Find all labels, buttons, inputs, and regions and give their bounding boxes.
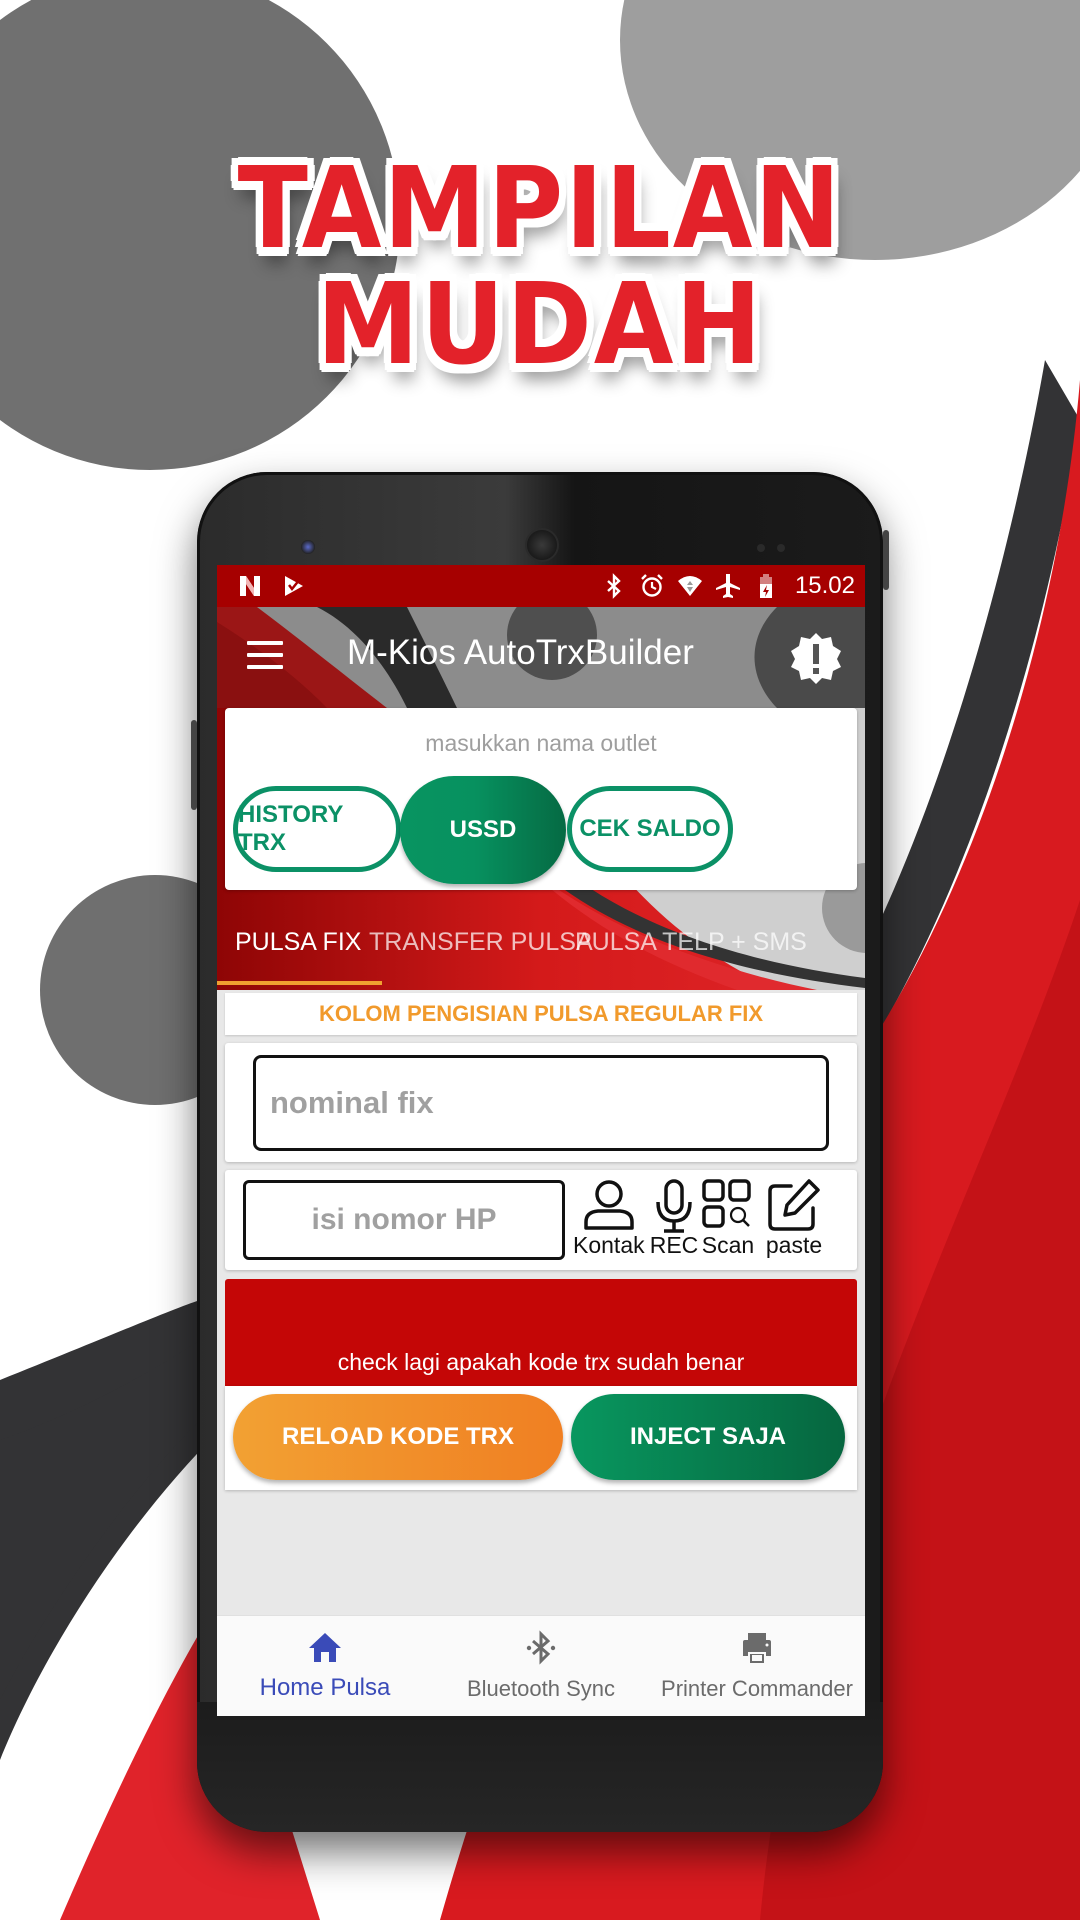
nominal-input[interactable] — [253, 1055, 829, 1151]
tab-pulsa-telp-sms[interactable]: PULSA TELP + SMS — [575, 928, 807, 957]
headline-line2: MUDAH — [316, 260, 764, 390]
outlet-name-input[interactable] — [225, 730, 857, 757]
status-time: 15.02 — [794, 572, 855, 599]
front-camera — [301, 540, 315, 554]
qr-scan-icon — [702, 1179, 751, 1228]
phone-screen: 15.02 M-Kios AutoTrxBuilder masukkan nam… — [217, 565, 865, 1716]
rec-label: REC — [649, 1232, 699, 1258]
bluetooth-icon — [526, 1630, 556, 1665]
ussd-button[interactable]: USSD — [400, 776, 566, 884]
hamburger-menu-icon[interactable] — [247, 641, 283, 671]
paste-button[interactable]: paste — [765, 1178, 823, 1259]
nav-printer-label: Printer Commander — [661, 1676, 853, 1701]
alert-badge-icon[interactable] — [789, 631, 843, 685]
play-store-check-icon — [285, 576, 303, 596]
edit-paste-icon — [768, 1179, 820, 1231]
rec-button[interactable]: REC — [645, 1178, 703, 1259]
history-trx-button[interactable]: HISTORY TRX — [233, 786, 401, 872]
nav-home-label: Home Pulsa — [259, 1674, 391, 1701]
light-sensor — [777, 544, 785, 552]
app-title: M-Kios AutoTrxBuilder — [347, 633, 694, 672]
phone-number-card: Kontak REC Scan p — [225, 1170, 857, 1270]
printer-icon — [743, 1633, 771, 1663]
notice-text: check lagi apakah kode trx sudah benar — [337, 1349, 745, 1375]
contact-person-icon — [584, 1180, 634, 1230]
scan-label: Scan — [701, 1232, 755, 1258]
earpiece-speaker — [525, 528, 559, 562]
nav-bluetooth-sync[interactable]: Bluetooth Sync — [433, 1616, 649, 1716]
active-tab-indicator — [217, 981, 382, 985]
proximity-sensor — [757, 544, 765, 552]
power-button — [883, 530, 889, 590]
bottom-navigation: Home Pulsa Bluetooth Sync Printer Comman… — [217, 1615, 865, 1716]
nav-bluetooth-label: Bluetooth Sync — [467, 1676, 615, 1701]
reload-kode-trx-button[interactable]: RELOAD KODE TRX — [233, 1394, 563, 1480]
microphone-icon — [656, 1179, 692, 1233]
home-icon — [309, 1633, 341, 1662]
nav-printer-commander[interactable]: Printer Commander — [649, 1616, 865, 1716]
inject-saja-button[interactable]: INJECT SAJA — [571, 1394, 845, 1480]
headline-line1: TAMPILAN — [237, 144, 843, 274]
tab-pulsa-fix[interactable]: PULSA FIX — [235, 928, 361, 957]
wifi-icon — [677, 576, 702, 596]
battery-charging-icon — [759, 574, 772, 598]
nominal-card — [225, 1043, 857, 1162]
n-notification-icon — [240, 576, 260, 596]
section-label: KOLOM PENGISIAN PULSA REGULAR FIX — [225, 993, 857, 1035]
scan-button[interactable]: Scan — [699, 1178, 757, 1259]
alarm-icon — [641, 574, 663, 597]
trx-code-notice: check lagi apakah kode trx sudah benar — [225, 1279, 857, 1386]
tab-transfer-pulsa[interactable]: TRANSFER PULSA — [369, 928, 593, 957]
app-bar: M-Kios AutoTrxBuilder — [217, 607, 865, 708]
tab-bar: PULSA FIX TRANSFER PULSA PULSA TELP + SM… — [217, 890, 865, 985]
nav-home-pulsa[interactable]: Home Pulsa — [217, 1616, 433, 1716]
phone-number-input[interactable] — [243, 1180, 565, 1260]
airplane-mode-icon — [715, 574, 740, 598]
volume-button — [191, 720, 197, 810]
action-card: RELOAD KODE TRX INJECT SAJA — [225, 1386, 857, 1490]
cek-saldo-button[interactable]: CEK SALDO — [567, 786, 733, 872]
status-bar: 15.02 — [217, 565, 865, 607]
outlet-card: HISTORY TRX USSD CEK SALDO — [225, 708, 857, 890]
kontak-button[interactable]: Kontak — [573, 1178, 645, 1259]
kontak-label: Kontak — [573, 1232, 645, 1258]
paste-label: paste — [765, 1232, 823, 1258]
bluetooth-icon — [607, 573, 621, 599]
